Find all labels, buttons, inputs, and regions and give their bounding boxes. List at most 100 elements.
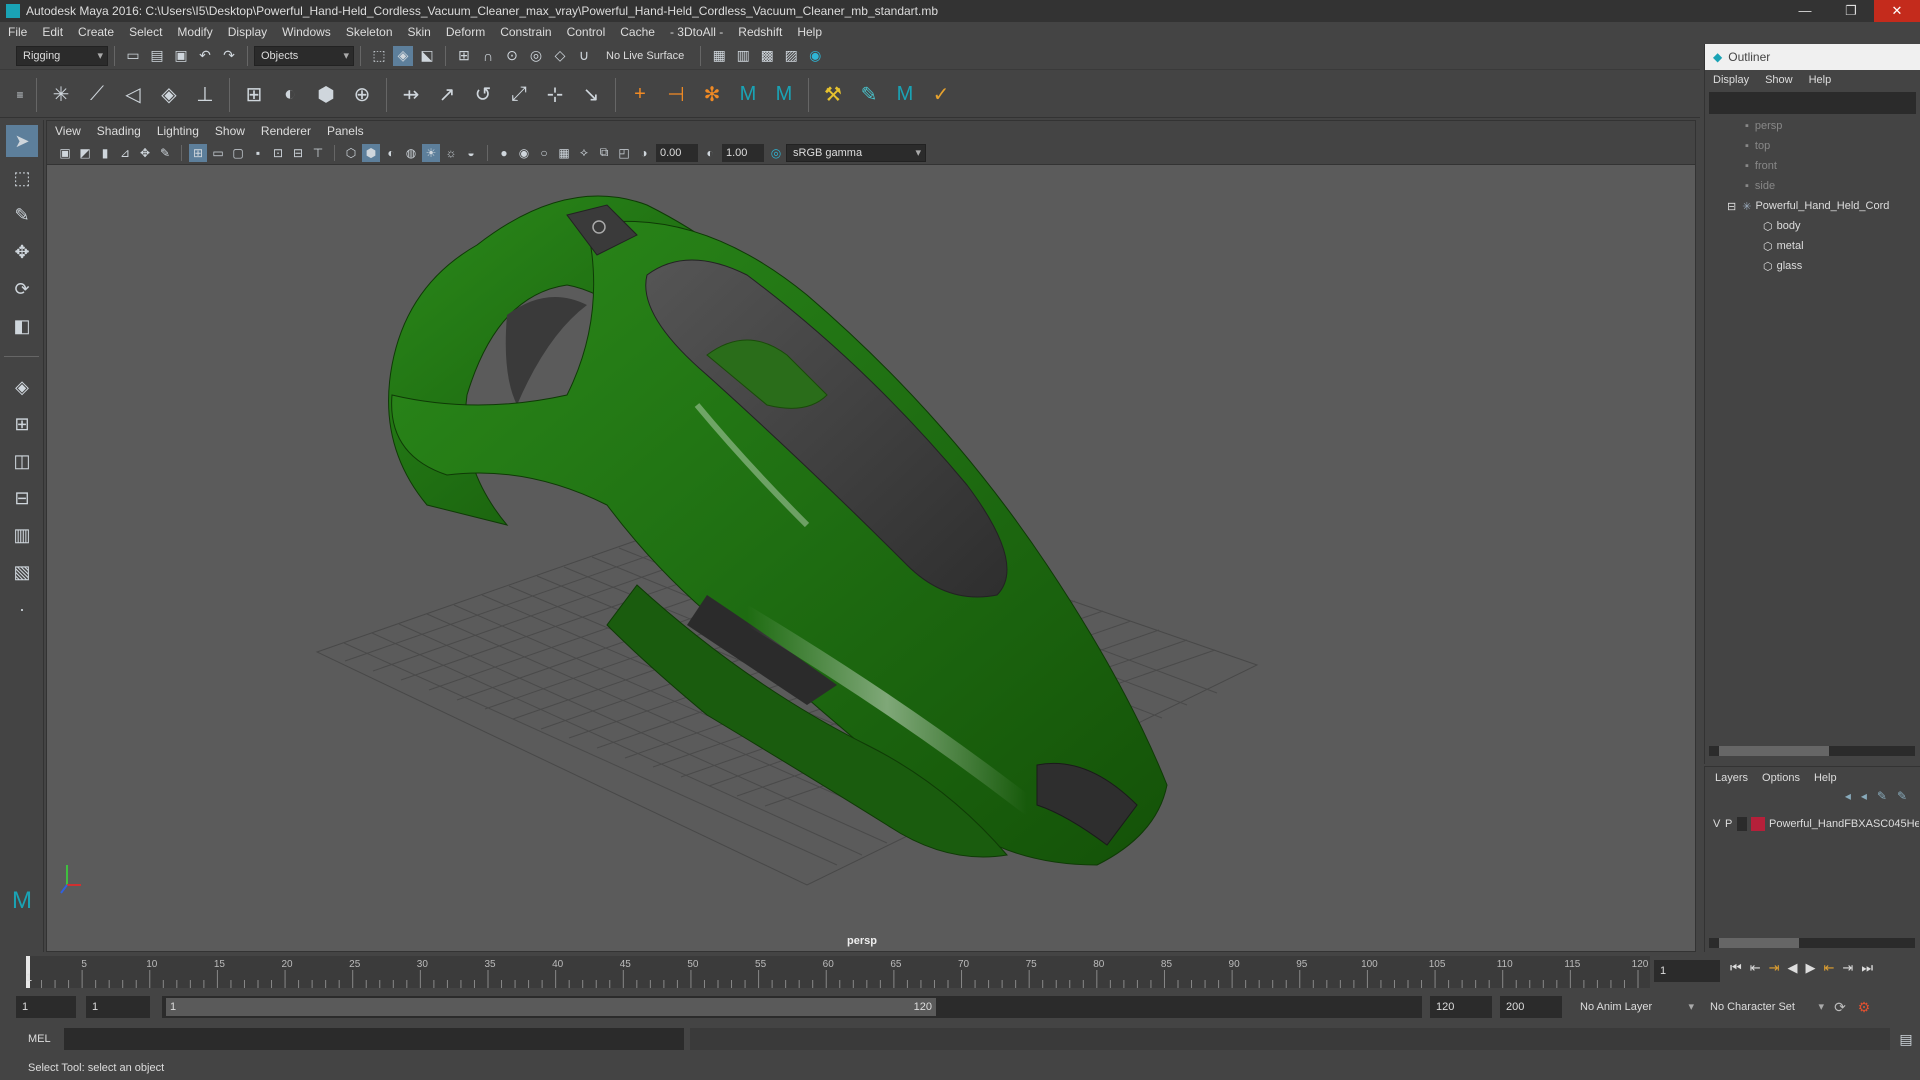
snap-curve-icon[interactable]: ∩ <box>478 46 498 66</box>
make-live-icon[interactable]: ∪ <box>574 46 594 66</box>
auto-key-icon[interactable]: ⟳ <box>1830 997 1850 1017</box>
checkmark-icon[interactable]: ✓ <box>926 80 956 110</box>
open-scene-icon[interactable]: ▤ <box>147 46 167 66</box>
safe-action-icon[interactable]: ⊟ <box>289 144 307 162</box>
command-input[interactable] <box>64 1028 684 1050</box>
menu-deform[interactable]: Deform <box>446 25 485 39</box>
outliner-item-top[interactable]: ▪ top <box>1705 136 1920 156</box>
redo-icon[interactable]: ↷ <box>219 46 239 66</box>
move-layer-up-icon[interactable]: ◂ <box>1845 789 1851 809</box>
menu-file[interactable]: File <box>8 25 27 39</box>
maya-home-icon[interactable]: M <box>6 885 38 917</box>
paint-select-icon[interactable]: ✎ <box>6 199 38 231</box>
snap-grid-icon[interactable]: ⊞ <box>454 46 474 66</box>
persp-uv-layout-icon[interactable]: ▧ <box>6 556 38 588</box>
joint-tool-icon[interactable]: ✳ <box>46 80 76 110</box>
gamma-field[interactable]: 1.00 <box>722 143 764 162</box>
isolate-select-icon[interactable]: ▦ <box>555 144 573 162</box>
outliner-horizontal-scrollbar[interactable] <box>1709 746 1915 756</box>
render-view-icon[interactable]: ◉ <box>805 46 825 66</box>
2d-pan-icon[interactable]: ✥ <box>136 144 154 162</box>
ik-spline-icon[interactable]: ◁ <box>118 80 148 110</box>
resolution-gate-icon[interactable]: ▢ <box>229 144 247 162</box>
cluster-icon[interactable]: ⊕ <box>347 80 377 110</box>
save-scene-icon[interactable]: ▣ <box>171 46 191 66</box>
menu-cache[interactable]: Cache <box>620 25 655 39</box>
parent-constraint-icon[interactable]: ⊹ <box>540 80 570 110</box>
wireframe-on-shaded-icon[interactable]: ◐ <box>382 144 400 162</box>
bookmark-icon[interactable]: ▮ <box>96 144 114 162</box>
layer-menu-help[interactable]: Help <box>1814 772 1837 784</box>
new-layer-icon[interactable]: ✎ <box>1877 789 1887 809</box>
xray-joints-icon[interactable]: ⧉ <box>595 144 613 162</box>
insert-joint-icon[interactable]: ◈ <box>154 80 184 110</box>
menu-help[interactable]: Help <box>797 25 822 39</box>
vp-menu-show[interactable]: Show <box>215 124 245 138</box>
select-by-component-icon[interactable]: ⬕ <box>417 46 437 66</box>
move-tool-icon[interactable]: ✥ <box>6 236 38 268</box>
undo-icon[interactable]: ↶ <box>195 46 215 66</box>
step-forward-key-icon[interactable]: ⇥ <box>1842 960 1853 976</box>
go-to-start-icon[interactable]: ⏮ <box>1730 960 1742 976</box>
motion-blur-icon[interactable]: ● <box>495 144 513 162</box>
playback-end-field[interactable]: 120 <box>1430 996 1492 1018</box>
layer-name[interactable]: Powerful_HandFBXASC045He <box>1769 818 1919 830</box>
menu-create[interactable]: Create <box>78 25 114 39</box>
film-gate-icon[interactable]: ▭ <box>209 144 227 162</box>
mirror-joint-icon[interactable]: ⊥ <box>190 80 220 110</box>
snap-surface-icon[interactable]: ◇ <box>550 46 570 66</box>
color-management-icon[interactable]: ◎ <box>767 144 785 162</box>
playback-start-field[interactable]: 1 <box>86 996 150 1018</box>
ipr-render-icon[interactable]: ▥ <box>733 46 753 66</box>
animation-end-field[interactable]: 200 <box>1500 996 1562 1018</box>
play-forwards-icon[interactable]: ▶ <box>1806 960 1816 976</box>
camera-attributes-icon[interactable]: ◩ <box>76 144 94 162</box>
gamma-icon[interactable]: ◐ <box>701 144 719 162</box>
layer-menu-layers[interactable]: Layers <box>1715 772 1748 784</box>
select-by-hierarchy-icon[interactable]: ⬚ <box>369 46 389 66</box>
lasso-tool-icon[interactable]: ⬚ <box>6 162 38 194</box>
mash-network-icon[interactable]: M <box>733 80 763 110</box>
outliner-item-body[interactable]: ⬡ body <box>1705 216 1920 236</box>
animation-start-field[interactable]: 1 <box>16 996 76 1018</box>
gate-mask-icon[interactable]: ▪ <box>249 144 267 162</box>
menu-3dtoall[interactable]: - 3DtoAll - <box>670 25 723 39</box>
outliner-menu-show[interactable]: Show <box>1765 74 1793 86</box>
vp-menu-shading[interactable]: Shading <box>97 124 141 138</box>
depth-of-field-icon[interactable]: ○ <box>535 144 553 162</box>
vp-menu-renderer[interactable]: Renderer <box>261 124 311 138</box>
shadows-icon[interactable]: ☼ <box>442 144 460 162</box>
vp-menu-view[interactable]: View <box>55 124 81 138</box>
ik-handle-icon[interactable]: ⟋ <box>82 80 112 110</box>
close-button[interactable]: ✕ <box>1874 0 1920 22</box>
xray-icon[interactable]: ⟡ <box>575 144 593 162</box>
layer-menu-options[interactable]: Options <box>1762 772 1800 784</box>
layer-visibility-toggle[interactable]: V <box>1713 818 1725 830</box>
layer-horizontal-scrollbar[interactable] <box>1709 938 1915 948</box>
persp-outliner-layout-icon[interactable]: ◫ <box>6 445 38 477</box>
layer-color-swatch[interactable] <box>1751 817 1765 831</box>
time-ruler[interactable]: 5 10 15 20 25 30 35 40 45 50 55 60 65 70 75 80 85 90 95 100… <box>26 956 1650 988</box>
viewport-scene[interactable] <box>47 165 1695 951</box>
menu-skin[interactable]: Skin <box>408 25 431 39</box>
safe-title-icon[interactable]: ⊤ <box>309 144 327 162</box>
menu-constrain[interactable]: Constrain <box>500 25 551 39</box>
mash-replicator-icon[interactable]: M <box>769 80 799 110</box>
color-space-dropdown[interactable]: sRGB gamma <box>786 143 926 162</box>
field-chart-icon[interactable]: ⊡ <box>269 144 287 162</box>
custom-layout-icon[interactable]: · <box>6 593 38 625</box>
menu-select[interactable]: Select <box>129 25 162 39</box>
grid-toggle-icon[interactable]: ⊞ <box>189 143 207 162</box>
menu-redshift[interactable]: Redshift <box>738 25 782 39</box>
exposure-icon[interactable]: ◑ <box>635 144 653 162</box>
wireframe-icon[interactable]: ⬡ <box>342 144 360 162</box>
new-layer-selected-icon[interactable]: ✎ <box>1897 789 1907 809</box>
menu-control[interactable]: Control <box>567 25 606 39</box>
grease-pencil-icon[interactable]: ✎ <box>156 144 174 162</box>
maya-logo-shelf-icon[interactable]: M <box>890 80 920 110</box>
command-language-label[interactable]: MEL <box>0 1033 60 1045</box>
outliner-item-glass[interactable]: ⬡ glass <box>1705 256 1920 276</box>
step-back-key-icon[interactable]: ⇤ <box>1750 960 1761 976</box>
paint-weights-icon[interactable]: ◐ <box>275 80 305 110</box>
hypershade-icon[interactable]: ▨ <box>781 46 801 66</box>
